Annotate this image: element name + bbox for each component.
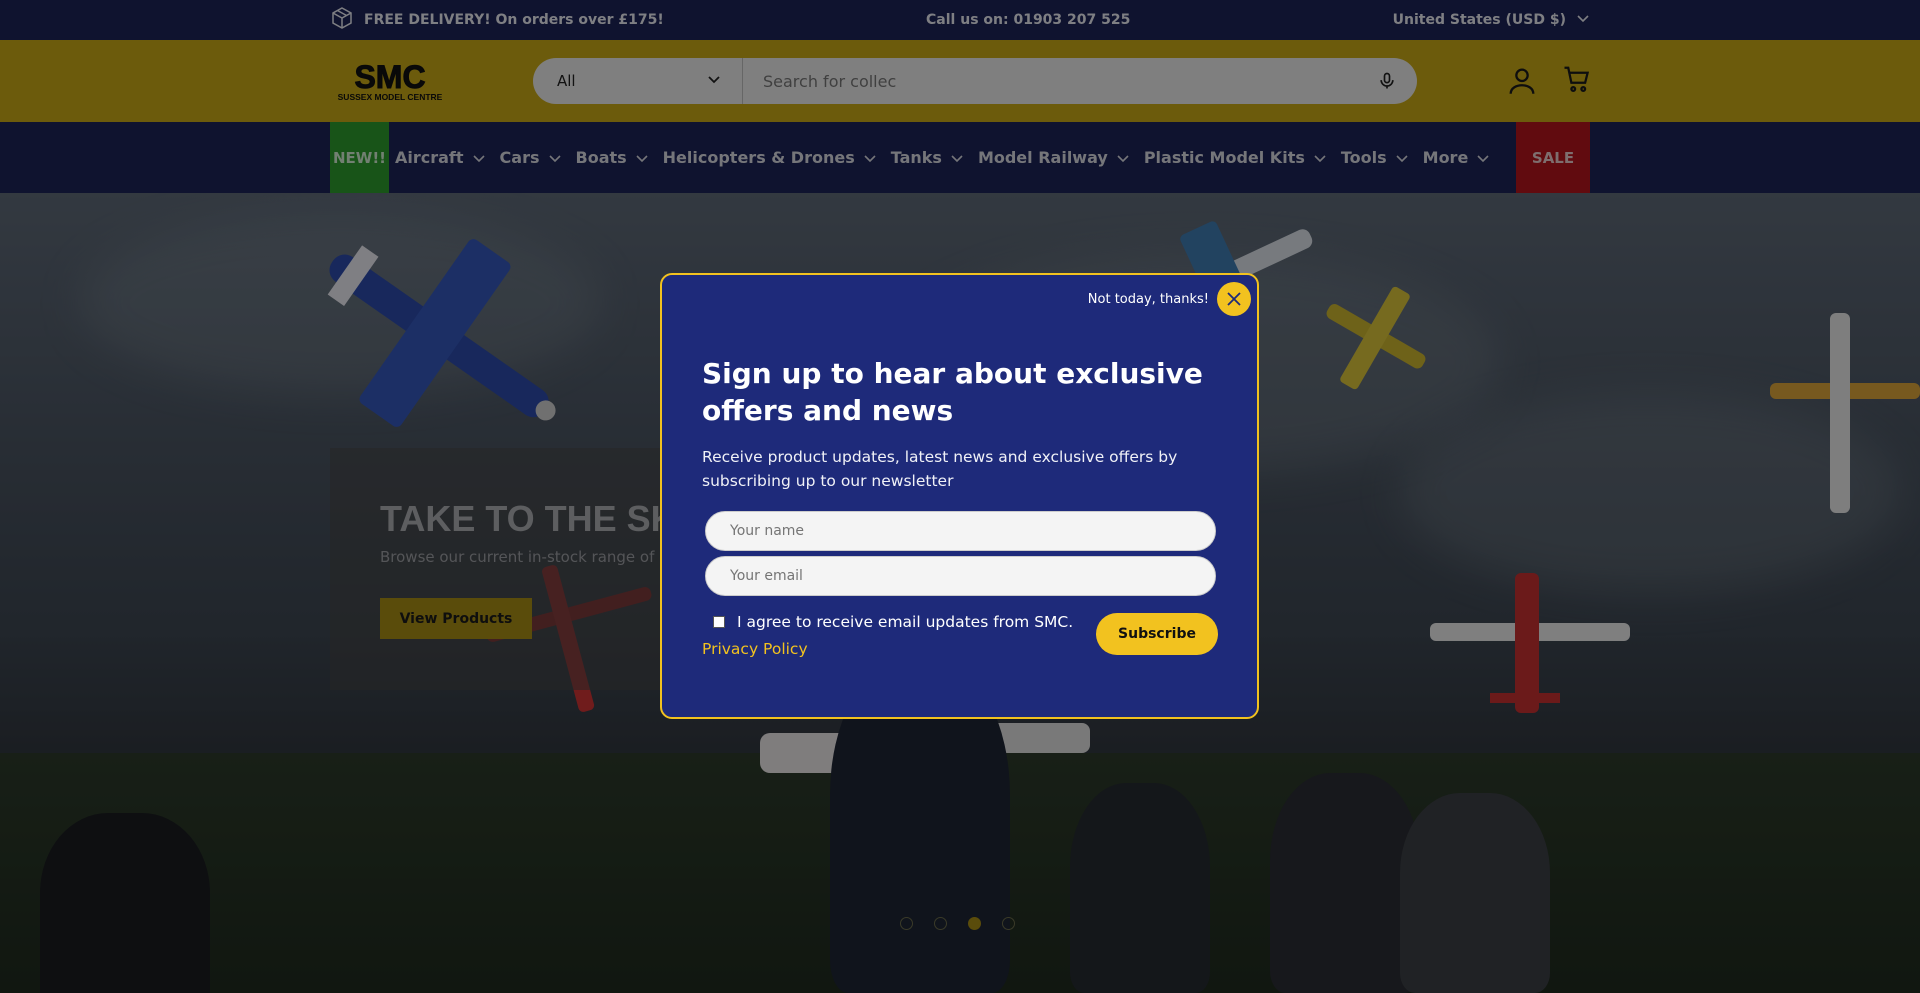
close-icon	[1227, 292, 1241, 306]
close-button[interactable]	[1217, 282, 1251, 316]
not-today-link[interactable]: Not today, thanks!	[1088, 292, 1209, 307]
privacy-policy-link[interactable]: Privacy Policy	[702, 640, 808, 658]
newsletter-popup: Not today, thanks! Sign up to hear about…	[660, 273, 1259, 719]
popup-description: Receive product updates, latest news and…	[702, 448, 1178, 490]
subscribe-button[interactable]: Subscribe	[1096, 613, 1218, 655]
consent-row: I agree to receive email updates from SM…	[713, 613, 1073, 631]
name-field[interactable]	[705, 511, 1216, 551]
popup-title: Sign up to hear about exclusive offers a…	[702, 357, 1203, 427]
consent-checkbox[interactable]	[713, 616, 725, 628]
consent-label: I agree to receive email updates from SM…	[737, 613, 1074, 631]
email-field[interactable]	[705, 556, 1216, 596]
